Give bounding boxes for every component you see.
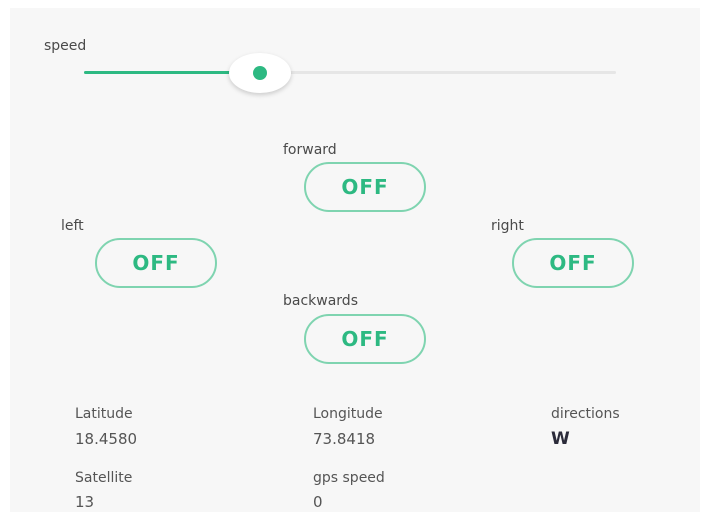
latitude-value: 18.4580 (75, 430, 138, 448)
directions-label: directions (551, 406, 620, 422)
directions-value: W (551, 429, 570, 449)
speed-slider[interactable] (84, 53, 616, 93)
speed-label: speed (44, 38, 87, 54)
backwards-toggle-button[interactable]: OFF (304, 314, 426, 364)
forward-toggle-button[interactable]: OFF (304, 162, 426, 212)
gps-speed-label: gps speed (313, 470, 385, 486)
forward-label: forward (283, 142, 337, 158)
satellite-label: Satellite (75, 470, 133, 486)
longitude-label: Longitude (313, 406, 383, 422)
longitude-value: 73.8418 (313, 430, 376, 448)
left-label: left (61, 218, 84, 234)
slider-thumb[interactable] (228, 53, 291, 93)
right-toggle-button[interactable]: OFF (512, 238, 634, 288)
satellite-value: 13 (75, 493, 95, 511)
left-toggle-button[interactable]: OFF (95, 238, 217, 288)
backwards-label: backwards (283, 293, 358, 309)
latitude-label: Latitude (75, 406, 133, 422)
right-label: right (491, 218, 524, 234)
gps-speed-value: 0 (313, 493, 323, 511)
